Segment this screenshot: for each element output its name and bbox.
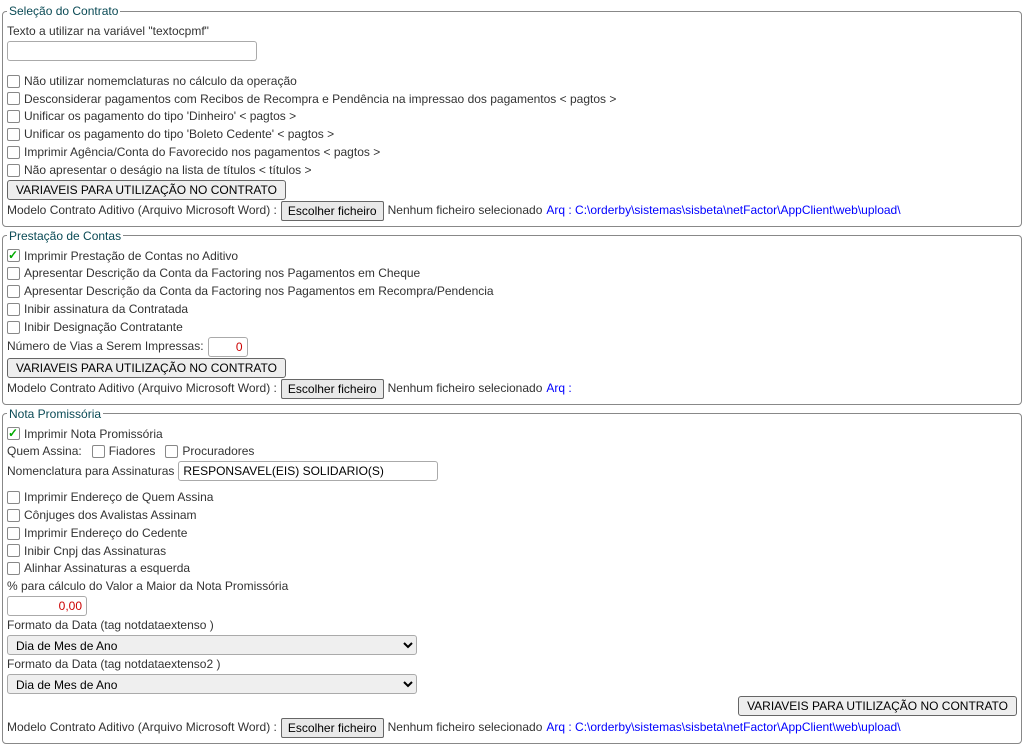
chk-imprimir-prestacao[interactable] (7, 249, 20, 262)
chk-desconsiderar-pagamentos[interactable] (7, 92, 20, 105)
textocpmf-input[interactable] (7, 41, 257, 61)
no-file-text-3: Nenhum ficheiro selecionado (388, 719, 543, 736)
formato-data2-label: Formato da Data (tag notdataextenso2 ) (7, 656, 220, 673)
chk-nao-apresentar-desagio[interactable] (7, 164, 20, 177)
formato-data1-select[interactable]: Dia de Mes de Ano (7, 635, 417, 655)
chk-conjuges-avalistas-label: Cônjuges dos Avalistas Assinam (24, 507, 197, 524)
nota-promissoria-fieldset: Nota Promissória Imprimir Nota Promissór… (2, 407, 1022, 744)
arq-path-1: Arq : C:\orderby\sistemas\sisbeta\netFac… (546, 202, 900, 219)
chk-apresentar-desc-recompra-label: Apresentar Descrição da Conta da Factori… (24, 283, 494, 300)
no-file-text-2: Nenhum ficheiro selecionado (388, 380, 543, 397)
vias-label: Número de Vias a Serem Impressas: (7, 338, 204, 355)
btn-escolher-ficheiro-2[interactable]: Escolher ficheiro (281, 379, 384, 399)
chk-nao-utilizar-nomenclaturas-label: Não utilizar nomemclaturas no cálculo da… (24, 73, 297, 90)
chk-imprimir-nota[interactable] (7, 427, 20, 440)
chk-conjuges-avalistas[interactable] (7, 509, 20, 522)
chk-unificar-dinheiro[interactable] (7, 110, 20, 123)
formato-data2-select[interactable]: Dia de Mes de Ano (7, 674, 417, 694)
chk-imprimir-nota-label: Imprimir Nota Promissória (24, 426, 163, 443)
btn-escolher-ficheiro-3[interactable]: Escolher ficheiro (281, 718, 384, 738)
no-file-text-1: Nenhum ficheiro selecionado (388, 202, 543, 219)
nota-promissoria-legend: Nota Promissória (7, 407, 103, 421)
quem-assina-label: Quem Assina: (7, 443, 82, 460)
modelo-contrato-label-2: Modelo Contrato Aditivo (Arquivo Microso… (7, 380, 277, 397)
chk-inibir-cnpj-label: Inibir Cnpj das Assinaturas (24, 543, 166, 560)
chk-imprimir-agencia-conta[interactable] (7, 146, 20, 159)
chk-unificar-boleto[interactable] (7, 128, 20, 141)
chk-imprimir-endereco-cedente-label: Imprimir Endereço do Cedente (24, 525, 187, 542)
selecao-contrato-legend: Seleção do Contrato (7, 4, 120, 18)
prestacao-contas-fieldset: Prestação de Contas Imprimir Prestação d… (2, 229, 1022, 405)
fiadores-label: Fiadores (109, 443, 156, 460)
chk-imprimir-endereco-cedente[interactable] (7, 527, 20, 540)
procuradores-label: Procuradores (182, 443, 254, 460)
chk-imprimir-agencia-conta-label: Imprimir Agência/Conta do Favorecido nos… (24, 144, 380, 161)
modelo-contrato-label-3: Modelo Contrato Aditivo (Arquivo Microso… (7, 719, 277, 736)
chk-nao-apresentar-desagio-label: Não apresentar o deságio na lista de tít… (24, 162, 312, 179)
chk-apresentar-desc-cheque-label: Apresentar Descrição da Conta da Factori… (24, 265, 420, 282)
chk-alinhar-assinaturas-label: Alinhar Assinaturas a esquerda (24, 560, 190, 577)
modelo-contrato-label-1: Modelo Contrato Aditivo (Arquivo Microso… (7, 202, 277, 219)
chk-alinhar-assinaturas[interactable] (7, 562, 20, 575)
chk-imprimir-endereco-assina[interactable] (7, 491, 20, 504)
chk-nao-utilizar-nomenclaturas[interactable] (7, 75, 20, 88)
arq-path-3: Arq : C:\orderby\sistemas\sisbeta\netFac… (546, 719, 900, 736)
chk-fiadores[interactable] (92, 445, 105, 458)
chk-imprimir-endereco-assina-label: Imprimir Endereço de Quem Assina (24, 489, 213, 506)
chk-desconsiderar-pagamentos-label: Desconsiderar pagamentos com Recibos de … (24, 91, 616, 108)
chk-inibir-designacao-contratante-label: Inibir Designação Contratante (24, 319, 183, 336)
chk-procuradores[interactable] (165, 445, 178, 458)
formato-data1-label: Formato da Data (tag notdataextenso ) (7, 617, 214, 634)
prestacao-contas-legend: Prestação de Contas (7, 229, 123, 243)
pct-input[interactable] (7, 596, 87, 616)
chk-imprimir-prestacao-label: Imprimir Prestação de Contas no Aditivo (24, 248, 238, 265)
chk-apresentar-desc-recompra[interactable] (7, 285, 20, 298)
chk-inibir-assinatura-contratada[interactable] (7, 303, 20, 316)
textocpmf-label: Texto a utilizar na variável "textocpmf" (7, 23, 209, 40)
selecao-contrato-fieldset: Seleção do Contrato Texto a utilizar na … (2, 4, 1022, 227)
btn-variaveis-contrato-3[interactable]: VARIAVEIS PARA UTILIZAÇÃO NO CONTRATO (738, 696, 1017, 716)
chk-unificar-boleto-label: Unificar os pagamento do tipo 'Boleto Ce… (24, 126, 334, 143)
btn-escolher-ficheiro-1[interactable]: Escolher ficheiro (281, 201, 384, 221)
nomenclatura-label: Nomenclatura para Assinaturas (7, 463, 174, 480)
pct-label: % para cálculo do Valor a Maior da Nota … (7, 578, 288, 595)
btn-variaveis-contrato-1[interactable]: VARIAVEIS PARA UTILIZAÇÃO NO CONTRATO (7, 180, 286, 200)
chk-inibir-cnpj[interactable] (7, 544, 20, 557)
nomenclatura-input[interactable] (178, 461, 438, 481)
chk-unificar-dinheiro-label: Unificar os pagamento do tipo 'Dinheiro'… (24, 108, 296, 125)
arq-path-2: Arq : (546, 380, 571, 397)
chk-inibir-designacao-contratante[interactable] (7, 321, 20, 334)
vias-input[interactable] (208, 337, 248, 357)
chk-inibir-assinatura-contratada-label: Inibir assinatura da Contratada (24, 301, 188, 318)
btn-variaveis-contrato-2[interactable]: VARIAVEIS PARA UTILIZAÇÃO NO CONTRATO (7, 358, 286, 378)
chk-apresentar-desc-cheque[interactable] (7, 267, 20, 280)
